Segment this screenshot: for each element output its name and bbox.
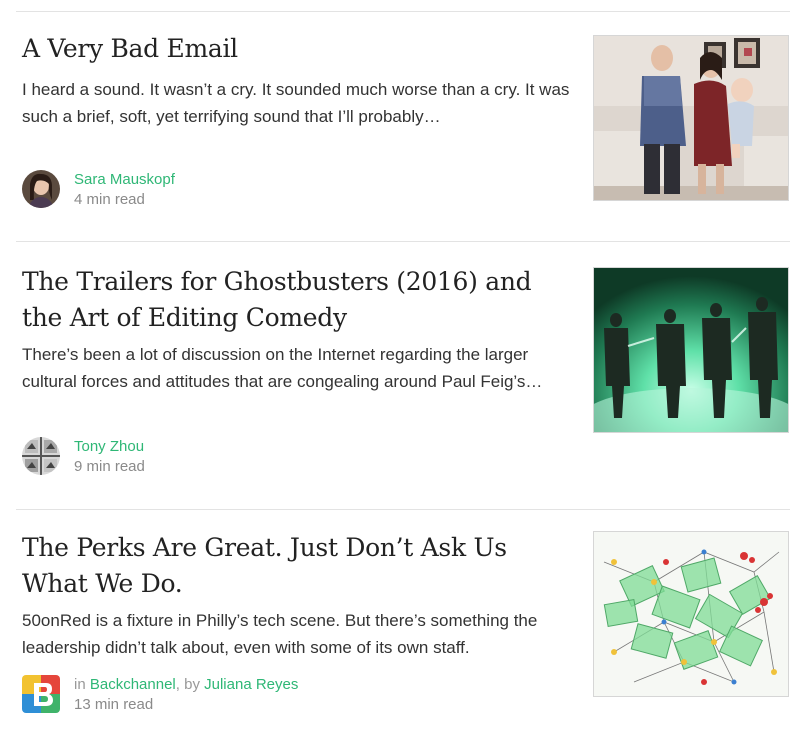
publication-prefix: in [74, 676, 86, 693]
story-meta-text: in Backchannel, by Juliana Reyes 13 min … [74, 675, 298, 715]
author-link[interactable]: Tony Zhou [74, 438, 144, 455]
byline: Sara Mauskopf [74, 170, 175, 190]
by-prefix: , by [175, 676, 200, 693]
story-title[interactable]: A Very Bad Email [22, 31, 578, 67]
story-card[interactable]: A Very Bad Email I heard a sound. It was… [0, 0, 812, 240]
story-excerpt[interactable]: I heard a sound. It wasn’t a cry. It sou… [22, 76, 578, 130]
byline: in Backchannel, by Juliana Reyes [74, 675, 298, 695]
author-link[interactable]: Sara Mauskopf [74, 171, 175, 188]
read-time: 4 min read [74, 191, 145, 208]
story-meta-text: Sara Mauskopf 4 min read [74, 170, 175, 210]
story-card[interactable]: The Trailers for Ghostbusters (2016) and… [0, 241, 812, 509]
author-portrait-icon[interactable] [22, 170, 60, 208]
read-time: 9 min read [74, 458, 145, 475]
story-card[interactable]: The Perks Are Great. Just Don’t Ask Us W… [0, 509, 812, 742]
network-diagram-illustration[interactable] [593, 531, 789, 697]
story-title[interactable]: The Perks Are Great. Just Don’t Ask Us W… [22, 530, 578, 602]
family-photo-image[interactable] [593, 35, 789, 201]
story-meta-text: Tony Zhou 9 min read [74, 437, 145, 477]
story-feed: A Very Bad Email I heard a sound. It was… [0, 0, 812, 742]
story-meta: in Backchannel, by Juliana Reyes 13 min … [22, 675, 562, 715]
story-excerpt[interactable]: There’s been a lot of discussion on the … [22, 341, 578, 395]
story-meta: Tony Zhou 9 min read [22, 437, 562, 477]
author-link[interactable]: Juliana Reyes [204, 676, 298, 693]
byline: Tony Zhou [74, 437, 145, 457]
story-title[interactable]: The Trailers for Ghostbusters (2016) and… [22, 264, 578, 336]
publication-link[interactable]: Backchannel [90, 676, 176, 693]
read-time: 13 min read [74, 696, 154, 713]
backchannel-logo-icon[interactable] [22, 675, 60, 713]
film-frames-avatar-icon[interactable] [22, 437, 60, 475]
story-excerpt[interactable]: 50onRed is a fixture in Philly’s tech sc… [22, 607, 578, 661]
ghostbusters-still-image[interactable] [593, 267, 789, 433]
story-meta: Sara Mauskopf 4 min read [22, 170, 562, 210]
